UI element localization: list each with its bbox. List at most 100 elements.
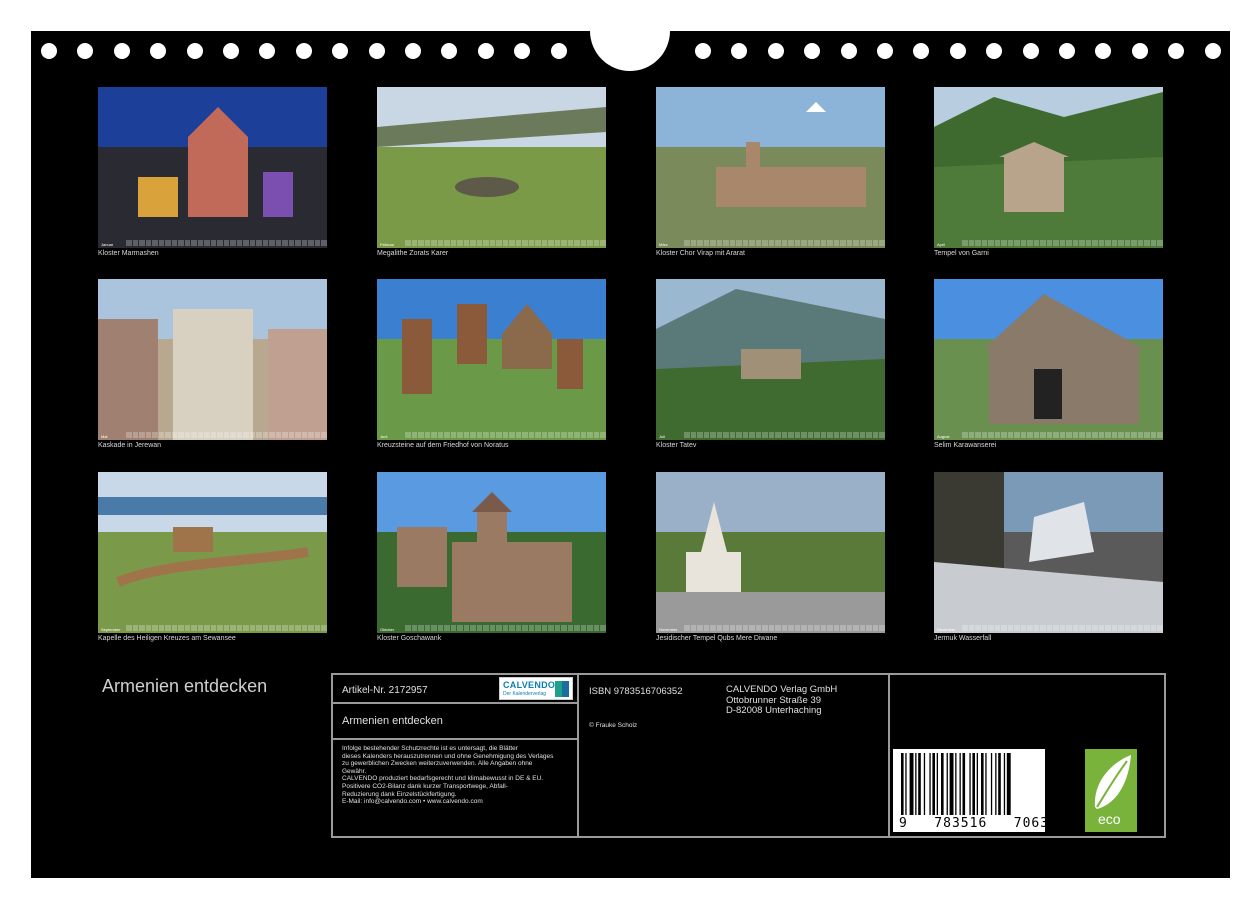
legal-line: Gewähr. [342,767,367,775]
photo-caption: Kloster Goschawank [377,635,442,642]
binding-hole [405,43,421,59]
photo-image: Oktober [377,472,606,633]
publisher-address: CALVENDO Verlag GmbH Ottobrunner Straße … [726,684,838,716]
photo-caption: Jermuk Wasserfall [934,635,992,642]
month-photo: April Tempel von Garni [934,87,1163,257]
barcode-bar [929,753,931,815]
isbn: ISBN 9783516706352 [589,686,683,697]
legal-line: dieses Kalenders herauszutrennen und ohn… [342,752,554,760]
binding-hole [1168,43,1185,59]
month-label: Januar [101,242,114,247]
binding-hole [332,43,349,59]
month-label: August [937,434,950,439]
barcode-bar [932,753,935,815]
day-strip [934,240,1163,246]
month-label: Februar [380,242,395,247]
day-strip [934,625,1163,631]
month-label: September [101,627,121,632]
eco-badge: eco [1085,749,1137,832]
binding-hole [368,43,385,59]
barcode-bar [981,753,984,815]
binding-hole [695,43,711,59]
photo-image: Dezember [934,472,1163,633]
month-photo: Dezember Jermuk Wasserfall [934,472,1163,642]
day-strip [377,240,606,246]
photo-image: Februar [377,87,606,248]
barcode-bar [901,753,904,815]
barcode-bar [1003,753,1006,815]
day-strip [656,240,885,246]
month-label: Dezember [937,627,956,632]
photo-image: August [934,279,1163,440]
photo-image: Mai [98,279,327,440]
binding-hole [1204,43,1221,59]
photo-image: September [98,472,327,633]
calendar-title: Armenien entdecken [102,676,268,696]
legal-line: E-Mail: info@calvendo.com • www.calvendo… [342,798,483,806]
binding-hole [441,43,458,59]
barcode-bar [955,753,957,815]
barcode-digits: 9 783516 706352 [899,816,1067,831]
binding-hole [877,43,893,59]
photo-caption: Kloster Chor Virap mit Ararat [656,250,745,257]
barcode-bar [969,753,971,815]
legal-line: Reduzierung dank Einzelstückfertigung. [342,790,457,798]
binding-hole [186,43,203,59]
month-photo: September Kapelle des Heiligen Kreuzes am… [98,472,327,642]
barcode-bar [946,753,948,815]
photo-caption: Kaskade in Jerewan [98,442,162,449]
barcode-bar [918,753,921,815]
binding-hole [550,43,567,59]
legal-line: Infolge bestehender Schutzrechte ist es … [342,745,518,752]
photo-caption: Selim Karawanserei [934,442,997,449]
month-photo: Juni Kreuzsteine auf dem Friedhof von Nor… [377,279,606,449]
month-photo: August Selim Karawanserei [934,279,1163,449]
binding-hole [949,43,966,59]
month-label: Oktober [380,627,395,632]
barcode-bar [962,753,966,815]
binding-hole [1022,43,1039,59]
day-strip [98,240,327,246]
month-label: März [659,242,668,247]
binding-hole [840,43,857,59]
month-photo: Februar Megalithe Zorats Karer [377,87,606,257]
barcode-bar [915,753,917,815]
photo-caption: Kloster Tatev [656,442,697,449]
calendar-back-cover: Januar Kloster Marmashen Februar Megalithe … [31,31,1230,878]
month-photo: Juli Kloster Tatev [656,279,885,449]
photo-image: Juni [377,279,606,440]
photo-image: März [656,87,885,248]
barcode-bar [936,753,938,815]
photo-caption: Tempel von Garni [934,250,989,257]
day-strip [98,625,327,631]
day-strip [656,432,885,438]
binding-hole [259,43,276,59]
binding-hole [150,43,167,59]
photo-caption: Jesidischer Tempel Qubs Mere Diwane [656,635,778,642]
binding-hole [1131,43,1148,59]
binding-hole [804,43,821,59]
copyright: © Frauke Scholz [589,722,638,729]
photo-image: April [934,87,1163,248]
barcode-bar [909,753,914,815]
binding-hole [223,43,239,59]
barcode-bar [998,753,1001,815]
legal-line: Positivere CO2-Bilanz dank kurzer Transp… [342,782,508,790]
legal-line: zu gewerblichen Zwecken weiterzuverwende… [342,760,533,768]
binding-hole [913,43,930,59]
barcode-bar [959,753,961,815]
month-label: November [659,627,678,632]
barcode: 9 783516 706352 [893,749,1066,832]
info-title: Armenien entdecken [342,715,443,727]
day-strip [656,625,885,631]
hanger-cutout [590,31,670,71]
month-photo: Januar Kloster Marmashen [98,87,327,257]
binding-hole [514,43,531,59]
barcode-bar [972,753,975,815]
month-photo: Mai Kaskade in Jerewan [98,279,327,449]
binding-hole [113,43,130,59]
month-photo: März Kloster Chor Virap mit Ararat [656,87,885,257]
day-strip [98,432,327,438]
binding-hole [477,43,494,59]
month-label: Juni [380,434,388,439]
